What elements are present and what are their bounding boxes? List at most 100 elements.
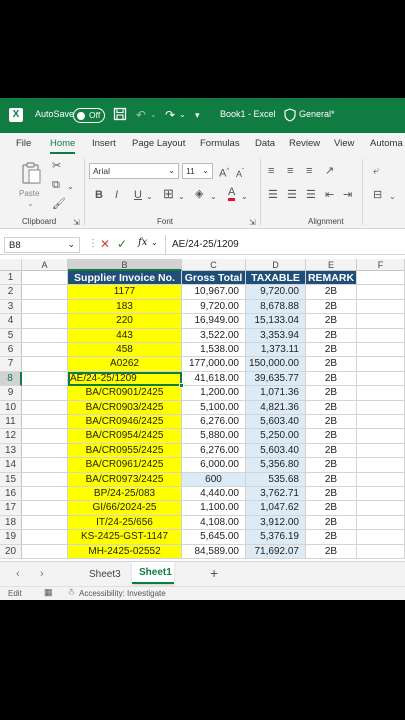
cell[interactable] <box>357 314 405 329</box>
copy-icon[interactable]: ⧉ <box>52 178 60 192</box>
invoice-cell[interactable]: 458 <box>68 343 182 358</box>
cell[interactable] <box>22 285 68 300</box>
taxable-cell[interactable]: 5,603.40 <box>246 415 306 430</box>
remark-cell[interactable]: 2B <box>306 328 357 343</box>
taxable-cell[interactable]: 9,720.00 <box>246 285 306 300</box>
gross-total-cell[interactable]: 9,720.00 <box>182 299 246 315</box>
remark-cell[interactable]: 2B <box>306 530 357 545</box>
cell[interactable] <box>22 501 68 516</box>
invoice-cell[interactable]: 220 <box>68 314 182 329</box>
borders-dropdown-icon[interactable]: ⌄ <box>178 190 185 204</box>
taxable-cell[interactable]: 15,133.04 <box>246 314 306 329</box>
wrap-text-icon[interactable]: ⤶ <box>373 164 379 178</box>
row-header[interactable]: 15 <box>0 472 22 487</box>
remark-cell[interactable]: 2B <box>306 400 357 415</box>
cell[interactable] <box>22 415 68 430</box>
cell[interactable] <box>22 299 68 315</box>
remark-cell[interactable]: 2B <box>306 487 357 502</box>
remark-cell[interactable]: 2B <box>306 472 357 487</box>
tab-formulas[interactable]: Formulas <box>200 138 240 149</box>
sheet-tab-sheet1[interactable]: Sheet1 <box>132 562 174 584</box>
cell[interactable] <box>357 371 405 387</box>
remark-cell[interactable]: 2B <box>306 357 357 372</box>
font-name-dropdown-icon[interactable]: ⌄ <box>168 166 175 175</box>
paste-dropdown-icon[interactable]: ⌄ <box>27 197 34 211</box>
column-header-a[interactable]: A <box>22 259 68 271</box>
row-header[interactable]: 11 <box>0 415 22 430</box>
invoice-cell[interactable]: BP/24-25/083 <box>68 487 182 502</box>
gross-total-cell[interactable]: 1,538.00 <box>182 343 246 358</box>
row-header[interactable]: 8 <box>0 371 22 387</box>
gross-total-cell[interactable]: 84,589.00 <box>182 544 246 559</box>
column-header-d[interactable]: D <box>246 259 306 271</box>
taxable-cell[interactable]: 5,356.80 <box>246 458 306 473</box>
cell[interactable] <box>357 357 405 372</box>
row-header[interactable]: 3 <box>0 299 22 315</box>
cell[interactable] <box>357 386 405 401</box>
invoice-cell[interactable]: BA/CR0954/2425 <box>68 429 182 444</box>
invoice-cell[interactable]: BA/CR0973/2425 <box>68 472 182 487</box>
remark-cell[interactable]: 2B <box>306 415 357 430</box>
invoice-cell[interactable]: KS-2425-GST-1147 <box>68 530 182 545</box>
row-header[interactable]: 19 <box>0 530 22 545</box>
paste-icon[interactable] <box>20 161 42 189</box>
cell[interactable] <box>22 386 68 401</box>
row-header[interactable]: 1 <box>0 271 22 286</box>
add-sheet-icon[interactable]: + <box>210 565 218 581</box>
gross-total-cell[interactable]: 6,276.00 <box>182 443 246 459</box>
gross-total-cell[interactable]: 1,100.00 <box>182 501 246 516</box>
row-header[interactable]: 20 <box>0 544 22 559</box>
decrease-indent-icon[interactable]: ⇤ <box>325 188 334 202</box>
taxable-cell[interactable]: 5,603.40 <box>246 443 306 459</box>
fill-color-icon[interactable]: ◈ <box>195 187 203 201</box>
gross-total-cell[interactable]: 5,880.00 <box>182 429 246 444</box>
font-name-box[interactable]: Arial ⌄ <box>89 163 179 179</box>
row-header[interactable]: 12 <box>0 429 22 444</box>
remark-cell[interactable]: 2B <box>306 429 357 444</box>
gross-total-cell[interactable]: 177,000.00 <box>182 357 246 372</box>
invoice-cell[interactable]: A0262 <box>68 357 182 372</box>
name-box[interactable]: B8 ⌄ <box>4 237 80 253</box>
align-top-icon[interactable]: ≡ <box>268 164 274 178</box>
cell[interactable] <box>22 487 68 502</box>
remark-cell[interactable]: 2B <box>306 386 357 401</box>
row-header[interactable]: 6 <box>0 343 22 358</box>
cell[interactable] <box>357 328 405 343</box>
cell[interactable] <box>22 458 68 473</box>
remark-cell[interactable]: 2B <box>306 299 357 315</box>
column-header-c[interactable]: C <box>182 259 246 271</box>
copy-dropdown-icon[interactable]: ⌄ <box>67 180 74 194</box>
redo-icon[interactable]: ↷ <box>165 107 175 123</box>
gross-total-cell[interactable]: 41,618.00 <box>182 371 246 387</box>
taxable-cell[interactable]: 150,000.00 <box>246 357 306 372</box>
remark-cell[interactable]: 2B <box>306 285 357 300</box>
cancel-icon[interactable]: ✕ <box>100 237 110 251</box>
row-header[interactable]: 17 <box>0 501 22 516</box>
align-bottom-icon[interactable]: ≡ <box>306 164 312 178</box>
remark-cell[interactable]: 2B <box>306 501 357 516</box>
cell[interactable] <box>22 271 68 286</box>
row-header[interactable]: 5 <box>0 328 22 343</box>
gross-total-cell[interactable]: 5,645.00 <box>182 530 246 545</box>
invoice-cell[interactable]: 183 <box>68 299 182 315</box>
taxable-cell[interactable]: 4,821.36 <box>246 400 306 415</box>
tab-review[interactable]: Review <box>289 138 320 149</box>
redo-dropdown-icon[interactable]: ⌄ <box>179 107 186 123</box>
invoice-cell[interactable]: BA/CR0903/2425 <box>68 400 182 415</box>
cell[interactable] <box>357 458 405 473</box>
underline-dropdown-icon[interactable]: ⌄ <box>146 190 153 204</box>
fill-color-dropdown-icon[interactable]: ⌄ <box>210 190 217 204</box>
font-size-box[interactable]: 11 ⌄ <box>182 163 213 179</box>
enter-icon[interactable]: ✓ <box>117 237 127 251</box>
cell[interactable] <box>357 501 405 516</box>
tab-automate[interactable]: Automa <box>370 138 403 149</box>
taxable-cell[interactable]: 1,047.62 <box>246 501 306 516</box>
row-header[interactable]: 2 <box>0 285 22 300</box>
sheet-tab-sheet3[interactable]: Sheet3 <box>89 569 121 580</box>
fx-dropdown-icon[interactable]: ⌄ <box>151 238 158 247</box>
undo-icon[interactable]: ↶ <box>136 107 146 123</box>
fill-handle[interactable] <box>179 383 184 389</box>
orientation-icon[interactable]: ↗ <box>325 164 334 178</box>
row-header[interactable]: 9 <box>0 386 22 401</box>
taxable-cell[interactable]: 5,376.19 <box>246 530 306 545</box>
